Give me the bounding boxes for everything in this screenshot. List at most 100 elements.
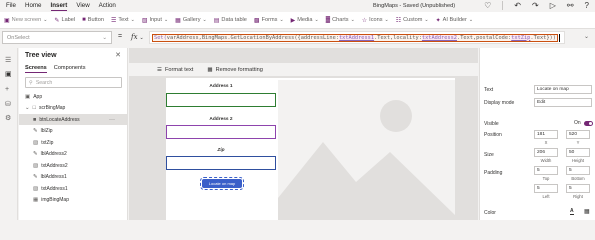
menu-view[interactable]: View [76,1,89,11]
x-label: X [544,140,548,145]
text-prop-input[interactable]: Locate on map [534,85,592,94]
close-icon[interactable]: ✕ [115,51,121,59]
menu-insert[interactable]: Insert [50,1,68,11]
menu-home[interactable]: Home [25,1,42,11]
expand-formula-icon[interactable]: ⌄ [584,33,589,40]
chevron-down-icon: ⌄ [468,17,474,23]
tree-item-label: txtAddress2 [41,162,68,169]
text-color-icon[interactable]: A [570,208,574,215]
tree-item-lbladdress2[interactable]: ✎ lblAddress2 [19,149,127,160]
size-label: Size [484,152,494,158]
tree-view-icon[interactable]: ▣ [5,70,12,78]
padding-top-input[interactable]: 5 [534,166,558,175]
chevron-down-icon: ⌄ [102,34,107,41]
tree-search-input[interactable]: ⚲ Search [25,77,122,88]
format-text-label: Format text [165,66,194,73]
media-icon: ▶ [290,17,296,24]
insert-icon[interactable]: + [5,86,9,93]
data-icon[interactable]: ⛁ [5,100,11,108]
button-button[interactable]: ■ Button [82,17,104,23]
chevron-down-icon[interactable]: ⌄ [25,105,30,111]
chevron-down-icon: ⌄ [163,17,169,23]
remove-formatting-button[interactable]: ▩ Remove formatting [207,67,263,73]
play-icon[interactable]: ▷ [550,1,556,10]
redo-icon[interactable]: ↷ [532,1,539,10]
ai-builder-button[interactable]: ✦ AI Builder ⌄ [436,17,474,24]
user-icon[interactable]: ⚯ [567,1,574,10]
charts-button[interactable]: ▓ Charts ⌄ [326,17,355,23]
formula-text: .Text})) [530,34,556,41]
visible-value: On [574,120,581,126]
position-y-input[interactable]: 520 [566,130,590,139]
data-table-icon: ▤ [213,17,220,24]
formula-input[interactable]: Set(varAddress,BingMaps.GetLocationByAdd… [149,31,565,44]
menu-bar: File Home Insert View Action BingMaps - … [0,0,595,12]
position-x-input[interactable]: 181 [534,130,558,139]
undo-icon[interactable]: ↶ [514,1,521,10]
data-table-label: Data table [221,17,247,23]
padding-left-input[interactable]: 5 [534,184,558,193]
size-height-input[interactable]: 50 [566,148,590,157]
tree-item-txtzip[interactable]: ▧ txtZip [19,137,127,148]
text-prop-label: Text [484,87,494,93]
gallery-button[interactable]: ▦ Gallery ⌄ [175,17,207,24]
tree-item-label: scrBingMap [38,105,66,111]
zip-label[interactable]: Zip [166,148,276,153]
address2-textbox[interactable] [166,125,276,139]
advanced-tools-icon[interactable]: ⚙ [5,114,11,122]
zip-textbox[interactable] [166,156,276,170]
image-icon: ▦ [33,197,39,203]
y-label: Y [576,140,580,145]
address1-label[interactable]: Address 1 [166,84,276,89]
padding-label: Padding [484,170,503,176]
format-text-button[interactable]: ☰ Format text [157,67,193,73]
locate-on-map-button[interactable]: Locate on map [200,177,244,190]
app-checker-icon[interactable]: ♡ [484,1,491,10]
formula-highlight: Set(varAddress,BingMaps.GetLocationByAdd… [152,33,558,42]
icons-button[interactable]: ☆ Icons ⌄ [362,17,389,24]
padding-right-input[interactable]: 5 [566,184,590,193]
size-width-input[interactable]: 206 [534,148,558,157]
custom-button[interactable]: ☷ Custom ⌄ [396,17,429,24]
visible-toggle[interactable] [584,121,593,126]
new-screen-button[interactable]: ▣ New screen ⌄ [4,17,47,24]
tree-item-imgbingmap[interactable]: ▦ imgBingMap [19,195,127,206]
data-table-button[interactable]: ▤ Data table [214,17,247,24]
map-image-placeholder[interactable] [278,80,455,220]
menu-file[interactable]: File [6,1,16,11]
tree-item-label: btnLocateAddress [39,116,80,123]
height-label: Height [571,158,585,163]
text-button[interactable]: ☰ Text ⌄ [111,17,135,24]
padding-bottom-input[interactable]: 5 [566,166,590,175]
tab-components[interactable]: Components [54,65,86,73]
address1-textbox[interactable] [166,93,276,107]
help-icon[interactable]: ? [585,1,589,10]
tree-item-label: txtZip [41,139,54,146]
tree-item-txtaddress2[interactable]: ▧ txtAddress2 [19,160,127,171]
input-button[interactable]: ▧ Input ⌄ [142,17,168,24]
fx-button[interactable]: fx ⌄ [131,33,144,41]
address2-label[interactable]: Address 2 [166,117,276,122]
hamburger-icon[interactable]: ☰ [5,56,11,64]
tree-item-label: App [33,93,43,100]
label-button[interactable]: ✎ Label [54,17,75,24]
chevron-down-icon: ⌄ [384,17,389,23]
fill-color-icon[interactable]: ▦ [584,208,590,215]
tree-item-scrbingmap[interactable]: ⌄ □ scrBingMap [19,103,127,114]
media-button[interactable]: ▶ Media ⌄ [291,17,319,24]
tree-item-app[interactable]: ▣ App [19,91,127,102]
menu-action[interactable]: Action [99,1,116,11]
media-label: Media [297,17,313,23]
tree-item-btnlocateaddress[interactable]: ■ btnLocateAddress ··· [19,114,127,125]
tree-item-lblzip[interactable]: ✎ lblZip [19,126,127,137]
more-options-icon[interactable]: ··· [109,117,115,123]
gallery-label: Gallery [182,17,201,23]
property-dropdown[interactable]: OnSelect ⌄ [2,31,112,44]
tab-screens[interactable]: Screens [25,65,47,73]
divider [502,1,504,10]
forms-button[interactable]: ▩ Forms ⌄ [254,17,284,24]
tree-item-lbladdress1[interactable]: ✎ lblAddress1 [19,172,127,183]
tree-item-label: txtAddress1 [41,185,68,192]
display-mode-dropdown[interactable]: Edit [534,98,592,107]
tree-item-txtaddress1[interactable]: ▧ txtAddress1 [19,183,127,194]
